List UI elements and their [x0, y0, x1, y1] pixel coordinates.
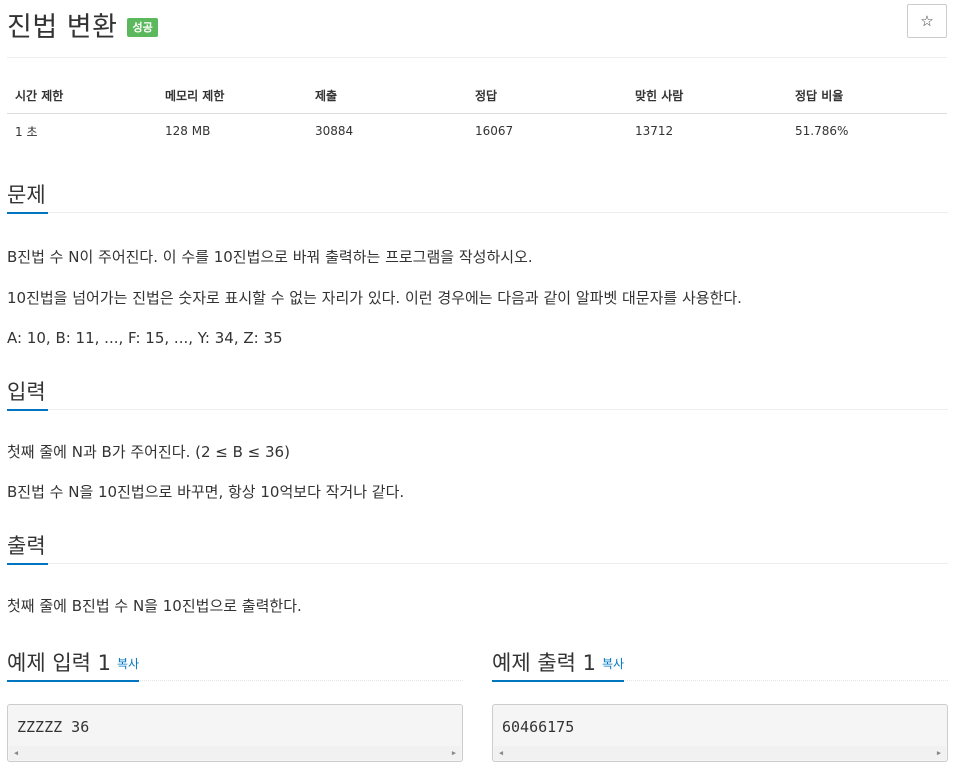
output-heading: 출력	[7, 533, 48, 565]
favorite-button[interactable]: ☆	[907, 4, 947, 38]
output-section: 출력	[7, 532, 948, 565]
input-paragraph-1: 첫째 줄에 N과 B가 주어진다. (2 ≤ B ≤ 36)	[7, 443, 290, 461]
value-accept-ratio: 51.786%	[795, 124, 849, 139]
horizontal-scrollbar[interactable]: ◀ ▶	[494, 746, 946, 760]
header-time-limit: 시간 제한	[7, 78, 157, 114]
sample-input-box: ZZZZZ 36 ◀ ▶	[7, 704, 463, 762]
sample-input-heading: 예제 입력 1 복사	[7, 650, 140, 682]
table-row: 1 초 128 MB 30884 16067 13712 51.786%	[7, 113, 947, 149]
sample-input-text: ZZZZZ 36	[17, 718, 90, 736]
sample-input-block: 예제 입력 1 복사 ZZZZZ 36 ◀ ▶	[7, 649, 463, 762]
input-paragraph-2: B진법 수 N을 10진법으로 바꾸면, 항상 10억보다 작거나 같다.	[7, 483, 405, 501]
star-icon: ☆	[920, 12, 934, 30]
value-time-limit: 1 초	[15, 124, 38, 139]
horizontal-scrollbar[interactable]: ◀ ▶	[9, 746, 461, 760]
scroll-left-arrow-icon[interactable]: ◀	[494, 746, 508, 760]
value-submissions: 30884	[315, 124, 354, 139]
value-accepted: 16067	[475, 124, 514, 139]
output-paragraph-1: 첫째 줄에 B진법 수 N을 10진법으로 출력한다.	[7, 597, 302, 615]
sample-input-heading-bar: 예제 입력 1 복사	[7, 649, 463, 682]
sample-output-text: 60466175	[502, 718, 575, 736]
input-section: 입력	[7, 378, 948, 411]
sample-output-block: 예제 출력 1 복사 60466175 ◀ ▶	[492, 649, 948, 762]
scroll-left-arrow-icon[interactable]: ◀	[9, 746, 23, 760]
problem-paragraph-1: B진법 수 N이 주어진다. 이 수를 10진법으로 바꿔 출력하는 프로그램을…	[7, 248, 533, 266]
problem-heading-bar: 문제	[7, 181, 948, 214]
problem-heading: 문제	[7, 182, 48, 214]
sample-output-heading-text: 예제 출력 1	[492, 651, 596, 675]
copy-input-link[interactable]: 복사	[117, 657, 139, 671]
divider	[7, 57, 947, 58]
header-memory-limit: 메모리 제한	[157, 78, 307, 114]
scroll-right-arrow-icon[interactable]: ▶	[447, 746, 461, 760]
problem-info-table: 시간 제한 메모리 제한 제출 정답 맞힌 사람 정답 비율 1 초 128 M…	[7, 78, 947, 149]
title-row: 진법 변환 성공	[7, 4, 158, 44]
sample-output-heading: 예제 출력 1 복사	[492, 650, 625, 682]
scroll-right-arrow-icon[interactable]: ▶	[932, 746, 946, 760]
sample-input-heading-text: 예제 입력 1	[7, 651, 111, 675]
page-title: 진법 변환	[7, 11, 118, 43]
input-heading-bar: 입력	[7, 378, 948, 411]
problem-section: 문제	[7, 181, 948, 214]
problem-paragraph-2: 10진법을 넘어가는 진법은 숫자로 표시할 수 없는 자리가 있다. 이런 경…	[7, 289, 742, 307]
value-solved-users: 13712	[635, 124, 674, 139]
problem-paragraph-3: A: 10, B: 11, ..., F: 15, ..., Y: 34, Z:…	[7, 329, 283, 347]
header-accepted: 정답	[467, 78, 627, 114]
header-submissions: 제출	[307, 78, 467, 114]
copy-output-link[interactable]: 복사	[602, 657, 624, 671]
table-header-row: 시간 제한 메모리 제한 제출 정답 맞힌 사람 정답 비율	[7, 78, 947, 114]
sample-output-box: 60466175 ◀ ▶	[492, 704, 948, 762]
header-solved-users: 맞힌 사람	[627, 78, 787, 114]
input-heading: 입력	[7, 379, 48, 411]
header-accept-ratio: 정답 비율	[787, 78, 947, 114]
output-heading-bar: 출력	[7, 532, 948, 565]
value-memory-limit: 128 MB	[165, 124, 211, 139]
status-badge: 성공	[127, 17, 158, 37]
sample-output-heading-bar: 예제 출력 1 복사	[492, 649, 948, 682]
